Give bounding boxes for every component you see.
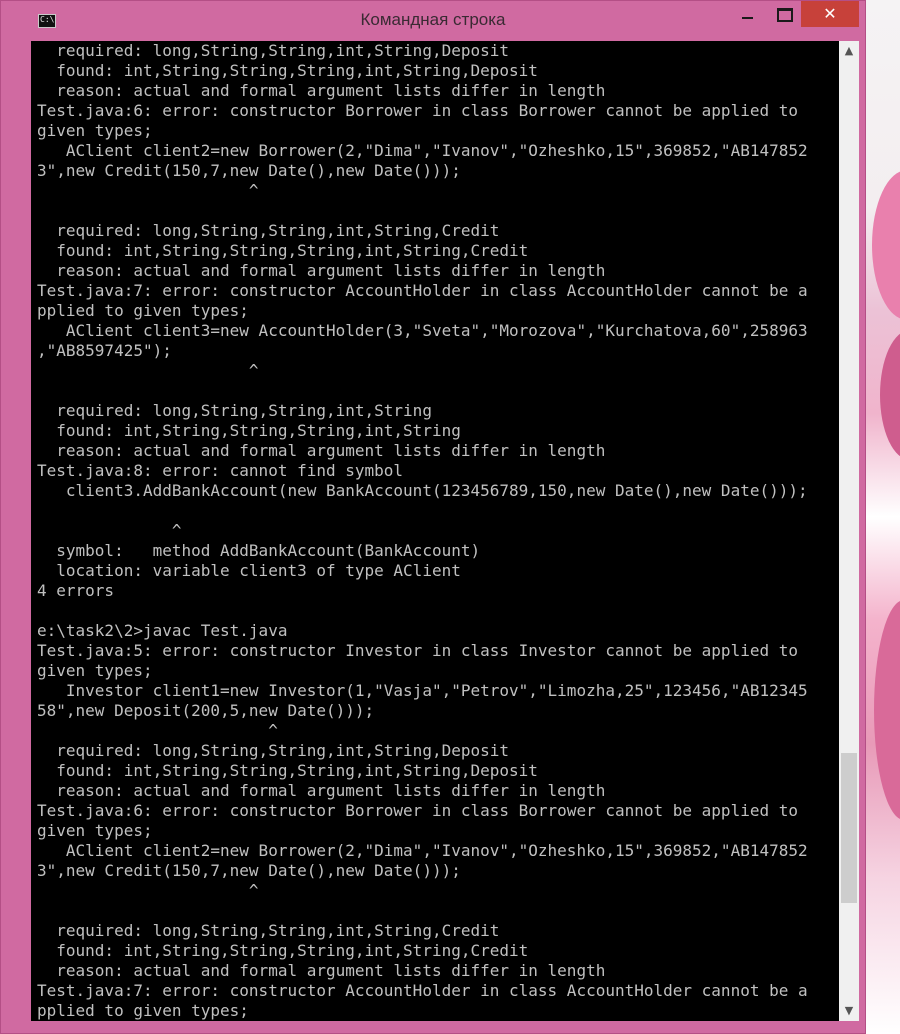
console-line: 3",new Credit(150,7,new Date(),new Date(… [37, 861, 461, 880]
scroll-down-icon[interactable]: ▼ [839, 1001, 859, 1021]
console-line: 4 errors [37, 581, 115, 600]
console-line: ^ [37, 721, 278, 740]
console-line: location: variable client3 of type AClie… [37, 561, 461, 580]
console-line: given types; [37, 661, 153, 680]
minimize-button[interactable] [737, 1, 761, 27]
console-line: required: long,String,String,int,String,… [37, 921, 500, 940]
desktop-wallpaper [866, 0, 900, 1034]
console-line: required: long,String,String,int,String [37, 401, 432, 420]
console-line: Test.java:5: error: constructor Investor… [37, 641, 798, 660]
console-line: ^ [37, 881, 259, 900]
console-line: reason: actual and formal argument lists… [37, 441, 606, 460]
scroll-up-icon[interactable]: ▲ [839, 41, 859, 61]
window-title: Командная строка [360, 10, 506, 29]
console-line: reason: actual and formal argument lists… [37, 781, 606, 800]
console-line: required: long,String,String,int,String,… [37, 221, 500, 240]
console-line: required: long,String,String,int,String,… [37, 41, 510, 60]
console-line: Test.java:7: error: constructor AccountH… [37, 981, 808, 1000]
console-line: found: int,String,String,String,int,Stri… [37, 761, 538, 780]
close-button[interactable]: ✕ [801, 1, 859, 27]
maximize-button[interactable] [771, 1, 799, 27]
console-line: found: int,String,String,String,int,Stri… [37, 421, 461, 440]
console-line: reason: actual and formal argument lists… [37, 261, 606, 280]
console-line: 58",new Deposit(200,5,new Date())); [37, 701, 375, 720]
console-line: Test.java:6: error: constructor Borrower… [37, 801, 798, 820]
console-line: given types; [37, 821, 153, 840]
console-line: client3.AddBankAccount(new BankAccount(1… [37, 481, 808, 500]
title-bar[interactable]: C:\ Командная строка ✕ [1, 1, 865, 41]
console-line: AClient client2=new Borrower(2,"Dima","I… [37, 141, 808, 160]
console-line: ^ [37, 521, 182, 540]
console-line: pplied to given types; [37, 301, 249, 320]
console-line: e:\task2\2>javac Test.java [37, 621, 288, 640]
console-line: Investor client1=new Investor(1,"Vasja",… [37, 681, 808, 700]
console-line: reason: actual and formal argument lists… [37, 961, 606, 980]
console-line: pplied to given types; [37, 1001, 249, 1020]
console-line: required: long,String,String,int,String,… [37, 741, 510, 760]
console-line: given types; [37, 121, 153, 140]
console-line: AClient client2=new Borrower(2,"Dima","I… [37, 841, 808, 860]
console-output[interactable]: required: long,String,String,int,String,… [31, 41, 839, 1021]
vertical-scrollbar[interactable]: ▲ ▼ [839, 41, 859, 1021]
console-line: 3",new Credit(150,7,new Date(),new Date(… [37, 161, 461, 180]
console-text: required: long,String,String,int,String,… [31, 41, 839, 1021]
console-line: found: int,String,String,String,int,Stri… [37, 241, 529, 260]
console-line: AClient client3=new AccountHolder(3,"Sve… [37, 321, 808, 340]
console-line: Test.java:8: error: cannot find symbol [37, 461, 404, 480]
console-line: found: int,String,String,String,int,Stri… [37, 941, 529, 960]
console-line: ,"AB8597425"); [37, 341, 172, 360]
console-line: Test.java:6: error: constructor Borrower… [37, 101, 798, 120]
console-line: reason: actual and formal argument lists… [37, 81, 606, 100]
console-line: found: int,String,String,String,int,Stri… [37, 61, 538, 80]
console-line: symbol: method AddBankAccount(BankAccoun… [37, 541, 481, 560]
console-line: ^ [37, 361, 259, 380]
console-line: ^ [37, 181, 259, 200]
command-prompt-window: C:\ Командная строка ✕ required: long,St… [0, 0, 866, 1034]
console-line: Test.java:7: error: constructor AccountH… [37, 281, 808, 300]
scrollbar-thumb[interactable] [841, 753, 857, 903]
